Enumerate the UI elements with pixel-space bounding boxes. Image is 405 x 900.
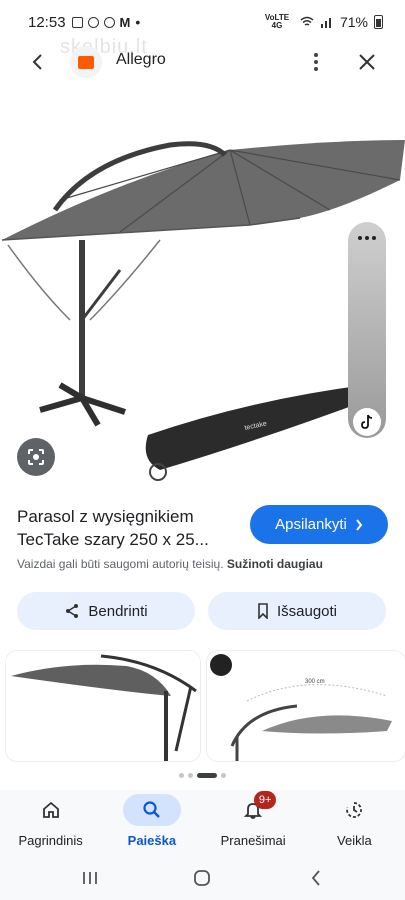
product-title-line1: Parasol z wysięgnikiem [17, 507, 194, 526]
activity-icon [346, 802, 363, 818]
product-image[interactable]: tectake [0, 90, 405, 490]
nav-search[interactable]: Paieška [101, 790, 202, 856]
back-system-button[interactable] [302, 866, 330, 890]
visit-button[interactable]: Apsilankyti [250, 505, 388, 544]
recent-apps-icon [83, 872, 97, 884]
lens-icon [28, 449, 44, 465]
gallery-icon [71, 16, 83, 28]
notification-dot: • [135, 14, 141, 30]
nav-activity[interactable]: Veikla [304, 790, 405, 856]
nav-home[interactable]: Pagrindinis [0, 790, 101, 856]
nav-notifications-label: Pranešimai [220, 833, 286, 848]
site-name[interactable]: Allegro [116, 51, 166, 69]
site-favicon [70, 46, 102, 78]
back-arrow-icon [311, 870, 320, 886]
related-image-1[interactable] [5, 650, 201, 762]
side-panel [348, 222, 386, 438]
learn-more-link[interactable]: Sužinoti daugiau [227, 557, 323, 571]
nav-notifications[interactable]: 9+ Pranešimai [203, 790, 304, 856]
save-label: Išsaugoti [276, 602, 338, 620]
header: Allegro [0, 42, 405, 82]
copyright-notice: Vaizdai gali būti saugomi autorių teisių… [17, 557, 397, 571]
home-icon [42, 801, 59, 818]
system-nav-bar [0, 856, 405, 900]
signal-icon [320, 18, 331, 28]
side-more-button[interactable] [348, 236, 386, 240]
battery-icon [374, 15, 383, 29]
shopping-bag-icon [78, 55, 94, 69]
search-icon [143, 801, 160, 818]
copyright-text: Vaizdai gali būti saugomi autorių teisių… [17, 557, 224, 571]
notification-badge: 9+ [254, 791, 277, 809]
mail-icon: M [119, 14, 131, 30]
more-options-button[interactable] [302, 48, 330, 76]
battery-percent: 71% [339, 14, 368, 30]
back-button[interactable] [24, 48, 52, 76]
nav-search-label: Paieška [127, 833, 177, 848]
carousel-pager [0, 773, 405, 778]
share-label: Bendrinti [88, 602, 148, 620]
tiktok-button[interactable] [353, 408, 381, 436]
related-image-2[interactable]: 300 cm [206, 650, 405, 762]
wifi-icon [300, 16, 314, 26]
sun-icon [87, 16, 99, 28]
nav-activity-label: Veikla [337, 833, 372, 848]
chevron-right-icon [356, 518, 363, 531]
product-title: Parasol z wysięgnikiem TecTake szary 250… [17, 505, 247, 551]
tiktok-icon [361, 414, 373, 429]
bookmark-icon [258, 603, 268, 619]
visit-label: Apsilankyti [275, 516, 347, 533]
nav-home-label: Pagrindinis [18, 833, 83, 848]
bottom-nav: Pagrindinis Paieška 9+ Pranešimai Veikla [0, 790, 405, 856]
save-button[interactable]: Išsaugoti [208, 592, 386, 630]
close-icon [359, 54, 375, 70]
status-time: 12:53 [28, 13, 66, 31]
key-icon [103, 16, 115, 28]
close-button[interactable] [353, 48, 381, 76]
home-system-button[interactable] [188, 866, 216, 890]
product-title-line2: TecTake szary 250 x 25... [17, 530, 209, 549]
share-button[interactable]: Bendrinti [17, 592, 195, 630]
dimension-label: 300 cm [305, 679, 325, 685]
google-lens-button[interactable] [17, 438, 55, 476]
chevron-left-icon [32, 54, 42, 70]
recent-apps-button[interactable] [76, 866, 104, 890]
home-circle-icon [194, 870, 210, 886]
share-icon [66, 604, 79, 618]
network-label: VoLTE 4G [264, 13, 290, 30]
